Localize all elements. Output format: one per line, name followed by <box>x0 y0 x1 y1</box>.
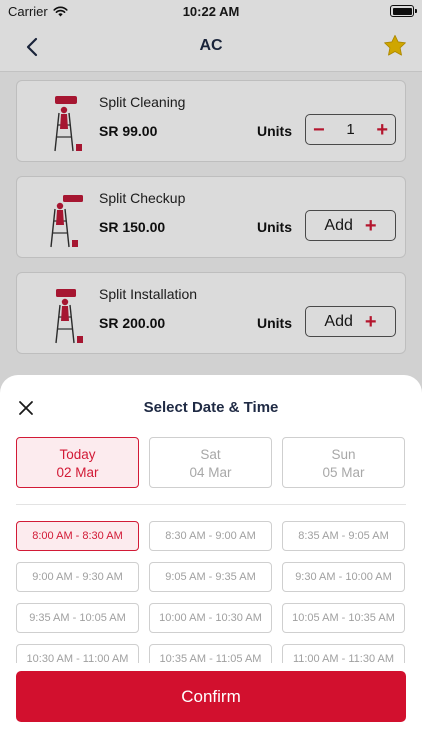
time-slot[interactable]: 8:00 AM - 8:30 AM <box>16 521 139 551</box>
confirm-button[interactable]: Confirm <box>16 671 406 722</box>
time-slot-grid: 8:00 AM - 8:30 AM 8:30 AM - 9:00 AM 8:35… <box>16 521 406 663</box>
date-option-today[interactable]: Today 02 Mar <box>16 437 139 488</box>
time-slot[interactable]: 8:35 AM - 9:05 AM <box>282 521 405 551</box>
time-slot[interactable]: 9:30 AM - 10:00 AM <box>282 562 405 592</box>
date-day: Sun <box>331 447 356 462</box>
date-value: 04 Mar <box>189 465 232 480</box>
time-slot[interactable]: 10:30 AM - 11:00 AM <box>16 644 139 663</box>
time-slot[interactable]: 9:35 AM - 10:05 AM <box>16 603 139 633</box>
time-slot[interactable]: 10:00 AM - 10:30 AM <box>149 603 272 633</box>
sheet-title: Select Date & Time <box>143 399 279 416</box>
time-slot[interactable]: 10:35 AM - 11:05 AM <box>149 644 272 663</box>
time-slot[interactable]: 8:30 AM - 9:00 AM <box>149 521 272 551</box>
date-time-sheet: Select Date & Time Today 02 Mar Sat 04 M… <box>0 375 422 750</box>
time-slot[interactable]: 9:00 AM - 9:30 AM <box>16 562 139 592</box>
time-slot[interactable]: 11:00 AM - 11:30 AM <box>282 644 405 663</box>
date-value: 05 Mar <box>322 465 365 480</box>
time-slot[interactable]: 10:05 AM - 10:35 AM <box>282 603 405 633</box>
date-day: Sat <box>200 447 221 462</box>
date-day: Today <box>59 447 96 462</box>
date-option-sat[interactable]: Sat 04 Mar <box>149 437 272 488</box>
date-selector: Today 02 Mar Sat 04 Mar Sun 05 Mar <box>16 437 406 488</box>
divider <box>16 504 406 505</box>
time-slot[interactable]: 9:05 AM - 9:35 AM <box>149 562 272 592</box>
date-value: 02 Mar <box>56 465 99 480</box>
date-option-sun[interactable]: Sun 05 Mar <box>282 437 405 488</box>
